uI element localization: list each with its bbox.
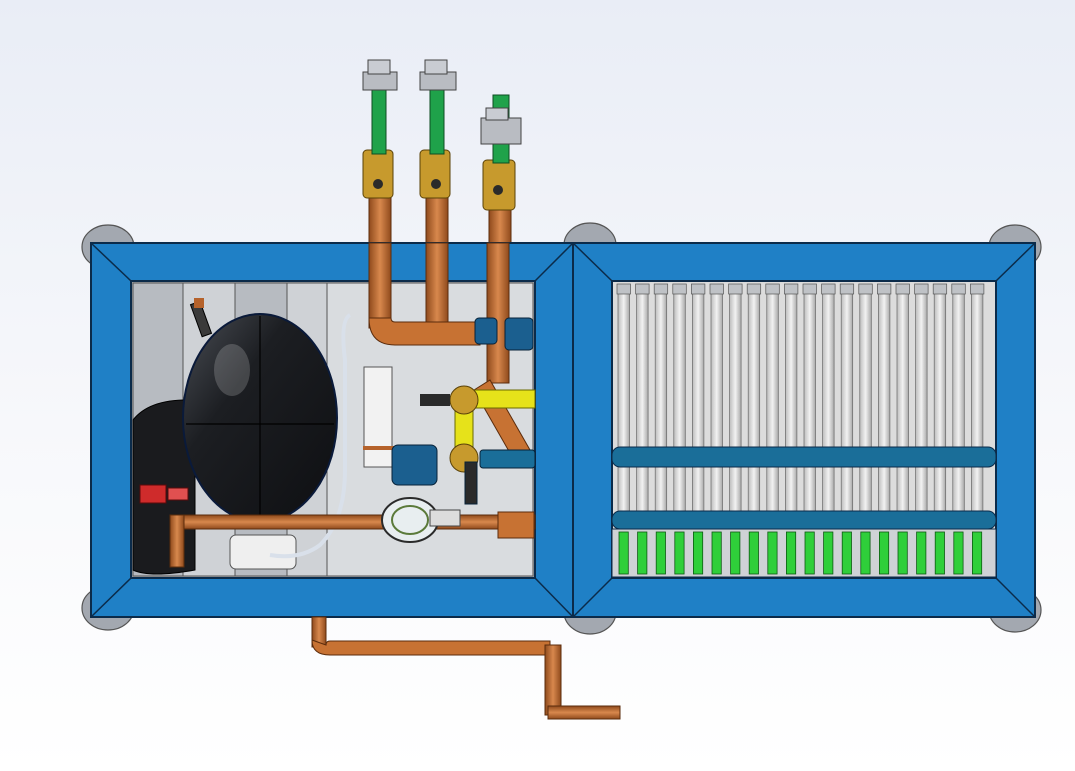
tube bbox=[840, 289, 854, 513]
cad-viewport[interactable] bbox=[0, 0, 1075, 771]
tube-cap bbox=[765, 283, 780, 295]
tube-cap bbox=[746, 283, 762, 295]
tube bbox=[766, 289, 779, 513]
green-connector bbox=[860, 531, 871, 575]
green-connector bbox=[897, 531, 908, 575]
red-fitting bbox=[139, 484, 189, 504]
green-connector bbox=[693, 531, 704, 575]
green-connector bbox=[730, 531, 741, 575]
green-connector bbox=[637, 531, 648, 575]
valve-assembly-2 bbox=[419, 59, 457, 244]
tube-cap bbox=[728, 283, 743, 295]
green-connector bbox=[916, 531, 927, 575]
tube-cap bbox=[932, 283, 948, 295]
tube-cap bbox=[635, 283, 650, 295]
tube bbox=[654, 289, 668, 513]
tube-cap bbox=[672, 283, 687, 295]
green-connector bbox=[711, 531, 722, 575]
tube-cap bbox=[802, 283, 817, 295]
tube bbox=[729, 289, 742, 513]
green-connector bbox=[655, 531, 666, 575]
tube bbox=[933, 289, 947, 513]
tube-cap bbox=[858, 283, 873, 295]
tube-cap bbox=[691, 283, 706, 295]
drain-pipe bbox=[311, 616, 621, 720]
green-connector bbox=[934, 531, 945, 575]
green-connector bbox=[618, 531, 629, 575]
green-connector bbox=[674, 531, 685, 575]
tube bbox=[785, 289, 798, 513]
tube-cap bbox=[970, 283, 985, 295]
tube-cap bbox=[895, 283, 910, 295]
green-connector bbox=[804, 531, 815, 575]
tube-cap bbox=[877, 283, 892, 295]
green-connector bbox=[767, 531, 778, 575]
tube bbox=[915, 289, 928, 513]
tube-cap bbox=[653, 283, 669, 295]
tube-cap bbox=[821, 283, 836, 295]
model-drawing bbox=[81, 59, 1042, 720]
tube-cap bbox=[784, 283, 799, 295]
tube bbox=[617, 289, 630, 513]
tube bbox=[971, 289, 984, 513]
tube bbox=[710, 289, 723, 513]
tube bbox=[952, 289, 965, 513]
green-connector bbox=[841, 531, 852, 575]
valve-assembly-3 bbox=[480, 94, 522, 246]
green-connector bbox=[972, 531, 983, 575]
tube bbox=[673, 289, 686, 513]
tube bbox=[636, 289, 649, 513]
green-connector bbox=[953, 531, 964, 575]
tube bbox=[803, 289, 816, 513]
green-connector bbox=[786, 531, 797, 575]
tube bbox=[859, 289, 872, 513]
tube-cap bbox=[616, 283, 631, 295]
tube bbox=[822, 289, 835, 513]
tube-cap bbox=[839, 283, 855, 295]
tube bbox=[896, 289, 909, 513]
valve-assembly-1 bbox=[362, 59, 398, 244]
tube-cap bbox=[709, 283, 724, 295]
green-connector bbox=[879, 531, 890, 575]
green-connector bbox=[823, 531, 834, 575]
tube bbox=[878, 289, 891, 513]
tube-cap bbox=[914, 283, 929, 295]
green-connector bbox=[748, 531, 759, 575]
tube bbox=[692, 289, 705, 513]
tube bbox=[747, 289, 761, 513]
tube-cap bbox=[951, 283, 966, 295]
